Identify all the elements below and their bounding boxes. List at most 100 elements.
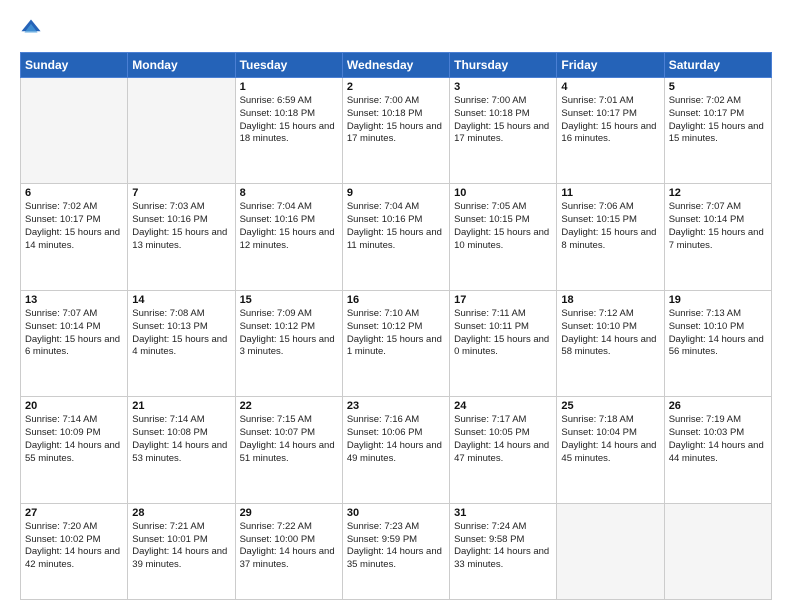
calendar-day: 13Sunrise: 7:07 AMSunset: 10:14 PMDaylig… bbox=[21, 290, 128, 396]
sunset-text: Sunset: 10:16 PM bbox=[347, 214, 423, 225]
daylight-text: Daylight: 15 hours and 3 minutes. bbox=[240, 334, 335, 358]
sunrise-text: Sunrise: 7:12 AM bbox=[561, 308, 633, 319]
daylight-text: Daylight: 15 hours and 18 minutes. bbox=[240, 121, 335, 145]
day-info: Sunrise: 7:14 AMSunset: 10:09 PMDaylight… bbox=[25, 414, 123, 465]
day-number: 21 bbox=[132, 400, 230, 412]
calendar-day: 23Sunrise: 7:16 AMSunset: 10:06 PMDaylig… bbox=[342, 397, 449, 503]
sunrise-text: Sunrise: 7:22 AM bbox=[240, 521, 312, 532]
sunrise-text: Sunrise: 7:14 AM bbox=[25, 414, 97, 425]
daylight-text: Daylight: 15 hours and 1 minute. bbox=[347, 334, 442, 358]
day-number: 16 bbox=[347, 294, 445, 306]
weekday-header-wednesday: Wednesday bbox=[342, 53, 449, 78]
sunrise-text: Sunrise: 6:59 AM bbox=[240, 95, 312, 106]
day-number: 9 bbox=[347, 187, 445, 199]
day-info: Sunrise: 7:14 AMSunset: 10:08 PMDaylight… bbox=[132, 414, 230, 465]
day-info: Sunrise: 7:03 AMSunset: 10:16 PMDaylight… bbox=[132, 201, 230, 252]
sunrise-text: Sunrise: 7:09 AM bbox=[240, 308, 312, 319]
daylight-text: Daylight: 15 hours and 13 minutes. bbox=[132, 227, 227, 251]
sunset-text: Sunset: 10:12 PM bbox=[240, 321, 316, 332]
day-info: Sunrise: 7:01 AMSunset: 10:17 PMDaylight… bbox=[561, 95, 659, 146]
day-info: Sunrise: 7:06 AMSunset: 10:15 PMDaylight… bbox=[561, 201, 659, 252]
calendar-day: 3Sunrise: 7:00 AMSunset: 10:18 PMDayligh… bbox=[450, 78, 557, 184]
day-number: 14 bbox=[132, 294, 230, 306]
daylight-text: Daylight: 15 hours and 8 minutes. bbox=[561, 227, 656, 251]
calendar-day: 11Sunrise: 7:06 AMSunset: 10:15 PMDaylig… bbox=[557, 184, 664, 290]
day-number: 23 bbox=[347, 400, 445, 412]
daylight-text: Daylight: 14 hours and 51 minutes. bbox=[240, 440, 335, 464]
sunset-text: Sunset: 10:03 PM bbox=[669, 427, 745, 438]
daylight-text: Daylight: 14 hours and 44 minutes. bbox=[669, 440, 764, 464]
day-number: 25 bbox=[561, 400, 659, 412]
sunrise-text: Sunrise: 7:24 AM bbox=[454, 521, 526, 532]
calendar-day bbox=[128, 78, 235, 184]
sunrise-text: Sunrise: 7:05 AM bbox=[454, 201, 526, 212]
day-number: 13 bbox=[25, 294, 123, 306]
daylight-text: Daylight: 15 hours and 14 minutes. bbox=[25, 227, 120, 251]
calendar-day: 4 Sunrise: 7:01 AMSunset: 10:17 PMDayligh… bbox=[557, 78, 664, 184]
sunrise-text: Sunrise: 7:18 AM bbox=[561, 414, 633, 425]
sunrise-text: Sunrise: 7:14 AM bbox=[132, 414, 204, 425]
day-info: Sunrise: 7:12 AMSunset: 10:10 PMDaylight… bbox=[561, 308, 659, 359]
sunrise-text: Sunrise: 7:23 AM bbox=[347, 521, 419, 532]
weekday-header-sunday: Sunday bbox=[21, 53, 128, 78]
calendar-day: 7 Sunrise: 7:03 AMSunset: 10:16 PMDayligh… bbox=[128, 184, 235, 290]
sunset-text: Sunset: 10:17 PM bbox=[25, 214, 101, 225]
calendar-day: 12 Sunrise: 7:07 AMSunset: 10:14 PMDaylig… bbox=[664, 184, 771, 290]
sunrise-text: Sunrise: 7:21 AM bbox=[132, 521, 204, 532]
day-number: 4 bbox=[561, 81, 659, 93]
day-info: Sunrise: 7:13 AMSunset: 10:10 PMDaylight… bbox=[669, 308, 767, 359]
sunset-text: Sunset: 10:17 PM bbox=[561, 108, 637, 119]
daylight-text: Daylight: 14 hours and 45 minutes. bbox=[561, 440, 656, 464]
daylight-text: Daylight: 14 hours and 37 minutes. bbox=[240, 546, 335, 570]
sunset-text: Sunset: 10:13 PM bbox=[132, 321, 208, 332]
sunset-text: Sunset: 10:14 PM bbox=[25, 321, 101, 332]
calendar-day: 6Sunrise: 7:02 AMSunset: 10:17 PMDayligh… bbox=[21, 184, 128, 290]
sunset-text: Sunset: 10:09 PM bbox=[25, 427, 101, 438]
daylight-text: Daylight: 14 hours and 53 minutes. bbox=[132, 440, 227, 464]
daylight-text: Daylight: 15 hours and 10 minutes. bbox=[454, 227, 549, 251]
calendar-day: 20Sunrise: 7:14 AMSunset: 10:09 PMDaylig… bbox=[21, 397, 128, 503]
calendar-table: SundayMondayTuesdayWednesdayThursdayFrid… bbox=[20, 52, 772, 600]
daylight-text: Daylight: 15 hours and 7 minutes. bbox=[669, 227, 764, 251]
day-number: 27 bbox=[25, 507, 123, 519]
sunset-text: Sunset: 10:16 PM bbox=[240, 214, 316, 225]
calendar-week-4: 20Sunrise: 7:14 AMSunset: 10:09 PMDaylig… bbox=[21, 397, 772, 503]
calendar-day bbox=[557, 503, 664, 599]
day-info: Sunrise: 7:00 AMSunset: 10:18 PMDaylight… bbox=[454, 95, 552, 146]
calendar-day: 5Sunrise: 7:02 AMSunset: 10:17 PMDayligh… bbox=[664, 78, 771, 184]
day-number: 24 bbox=[454, 400, 552, 412]
sunrise-text: Sunrise: 7:17 AM bbox=[454, 414, 526, 425]
day-number: 31 bbox=[454, 507, 552, 519]
daylight-text: Daylight: 14 hours and 56 minutes. bbox=[669, 334, 764, 358]
day-info: Sunrise: 7:09 AM Sunset: 10:12 PM Daylight… bbox=[240, 308, 338, 359]
sunset-text: Sunset: 10:11 PM bbox=[454, 321, 529, 332]
day-info: Sunrise: 7:20 AMSunset: 10:02 PMDaylight… bbox=[25, 521, 123, 572]
calendar-day: 29Sunrise: 7:22 AMSunset: 10:00 PMDaylig… bbox=[235, 503, 342, 599]
day-info: Sunrise: 7:05 AM Sunset: 10:15 PM Daylight… bbox=[454, 201, 552, 252]
day-number: 8 bbox=[240, 187, 338, 199]
sunset-text: Sunset: 10:01 PM bbox=[132, 534, 208, 545]
calendar-day: 14Sunrise: 7:08 AMSunset: 10:13 PMDaylig… bbox=[128, 290, 235, 396]
calendar-day: 19Sunrise: 7:13 AMSunset: 10:10 PMDaylig… bbox=[664, 290, 771, 396]
sunset-text: Sunset: 10:15 PM bbox=[454, 214, 530, 225]
calendar-day: 25Sunrise: 7:18 AMSunset: 10:04 PMDaylig… bbox=[557, 397, 664, 503]
day-info: Sunrise: 6:59 AMSunset: 10:18 PMDaylight… bbox=[240, 95, 338, 146]
day-number: 1 bbox=[240, 81, 338, 93]
day-number: 22 bbox=[240, 400, 338, 412]
weekday-header-friday: Friday bbox=[557, 53, 664, 78]
sunset-text: Sunset: 10:17 PM bbox=[669, 108, 745, 119]
daylight-text: Daylight: 15 hours and 11 minutes. bbox=[347, 227, 442, 251]
day-info: Sunrise: 7:22 AMSunset: 10:00 PMDaylight… bbox=[240, 521, 338, 572]
sunrise-text: Sunrise: 7:19 AM bbox=[669, 414, 741, 425]
day-number: 12 bbox=[669, 187, 767, 199]
calendar-day: 21 Sunrise: 7:14 AMSunset: 10:08 PMDaylig… bbox=[128, 397, 235, 503]
daylight-text: Daylight: 15 hours and 17 minutes. bbox=[347, 121, 442, 145]
calendar-week-1: 1 Sunrise: 6:59 AMSunset: 10:18 PMDayligh… bbox=[21, 78, 772, 184]
day-number: 10 bbox=[454, 187, 552, 199]
sunset-text: Sunset: 9:58 PM bbox=[454, 534, 524, 545]
day-info: Sunrise: 7:07 AMSunset: 10:14 PMDaylight… bbox=[669, 201, 767, 252]
sunrise-text: Sunrise: 7:10 AM bbox=[347, 308, 419, 319]
day-number: 7 bbox=[132, 187, 230, 199]
page: SundayMondayTuesdayWednesdayThursdayFrid… bbox=[0, 0, 792, 612]
sunrise-text: Sunrise: 7:00 AM bbox=[454, 95, 526, 106]
